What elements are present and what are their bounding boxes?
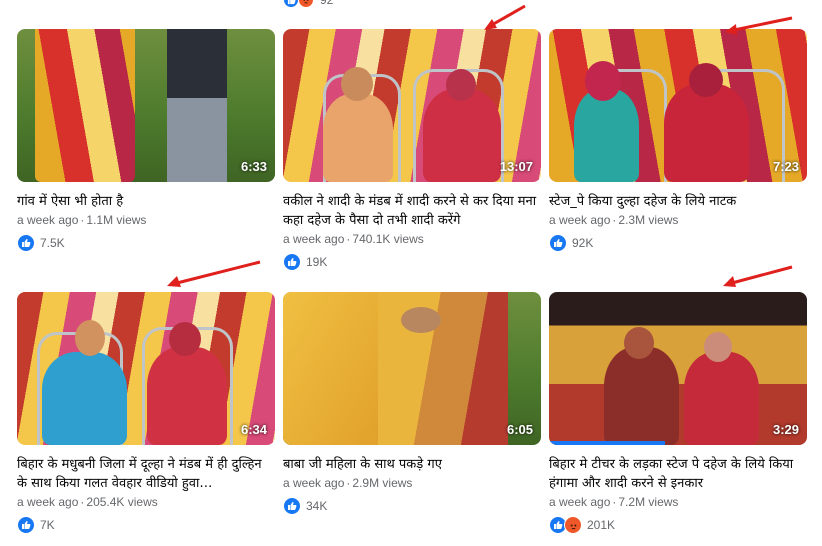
video-card[interactable]: 7:23 स्टेज_पे किया दुल्हा दहेज के लिये न… (549, 29, 807, 253)
reaction-count: 34K (306, 499, 328, 513)
reaction-count: 201K (587, 518, 616, 532)
like-icon (283, 497, 301, 515)
like-icon (549, 234, 567, 252)
reaction-summary[interactable]: 7K (17, 515, 275, 535)
video-thumbnail[interactable]: 6:05 (283, 292, 541, 445)
video-card[interactable]: 6:34 बिहार के मधुबनी जिला में दूल्हा ने … (17, 292, 275, 535)
video-thumbnail[interactable]: 6:33 (17, 29, 275, 182)
annotation-arrow (484, 4, 526, 30)
video-card[interactable]: 13:07 वकील ने शादी के मंडब में शादी करने… (283, 29, 541, 272)
video-title[interactable]: गांव में ऐसा भी होता है (17, 192, 275, 211)
reaction-summary[interactable]: 34K (283, 496, 541, 516)
like-icon (283, 0, 299, 8)
video-title[interactable]: बाबा जी महिला के साथ पकड़े गए (283, 455, 541, 474)
video-meta: a week ago · 1.1M views (17, 213, 147, 227)
thumbnail-image (283, 292, 541, 445)
video-title[interactable]: स्टेज_पे किया दुल्हा दहेज के लिये नाटक (549, 192, 807, 211)
reaction-count: 19K (306, 255, 328, 269)
annotation-arrow (167, 260, 261, 287)
annotation-arrow (723, 265, 793, 287)
reaction-count: 92K (572, 236, 594, 250)
video-duration: 3:29 (772, 422, 799, 437)
reaction-count: 92 (320, 0, 334, 7)
video-thumbnail[interactable]: 6:34 (17, 292, 275, 445)
like-icon (17, 516, 35, 534)
video-thumbnail[interactable]: 13:07 (283, 29, 541, 182)
reaction-summary[interactable]: 19K (283, 252, 541, 272)
video-meta: a week ago · 740.1K views (283, 232, 424, 246)
thumbnail-image (549, 29, 807, 182)
thumbnail-image (17, 29, 275, 182)
video-duration: 6:34 (240, 422, 267, 437)
video-meta: a week ago · 2.3M views (549, 213, 679, 227)
video-title[interactable]: वकील ने शादी के मंडब में शादी करने से कर… (283, 192, 541, 230)
video-thumbnail[interactable]: 7:23 (549, 29, 807, 182)
video-title[interactable]: बिहार के मधुबनी जिला में दूल्हा ने मंडब … (17, 455, 275, 493)
previous-row-reactions: 92 (283, 0, 333, 8)
reaction-count: 7.5K (40, 236, 65, 250)
thumbnail-image (549, 292, 807, 445)
video-card[interactable]: 6:05 बाबा जी महिला के साथ पकड़े गए a wee… (283, 292, 541, 516)
video-card[interactable]: 3:29 बिहार मे टीचर के लड़का स्टेज पे दहे… (549, 292, 807, 535)
video-meta: a week ago · 2.9M views (283, 476, 413, 490)
reaction-count: 7K (40, 518, 55, 532)
reaction-summary[interactable]: 201K (549, 515, 807, 535)
video-duration: 6:33 (240, 159, 267, 174)
video-card[interactable]: 6:33 गांव में ऐसा भी होता है a week ago ·… (17, 29, 275, 253)
like-icon (17, 234, 35, 252)
reaction-summary[interactable]: 92K (549, 233, 807, 253)
video-duration: 13:07 (499, 159, 533, 174)
video-duration: 7:23 (772, 159, 799, 174)
video-title[interactable]: बिहार मे टीचर के लड़का स्टेज पे दहेज के … (549, 455, 807, 493)
video-meta: a week ago · 7.2M views (549, 495, 679, 509)
video-thumbnail[interactable]: 3:29 (549, 292, 807, 445)
video-duration: 6:05 (506, 422, 533, 437)
angry-icon (298, 0, 314, 8)
like-icon (283, 253, 301, 271)
video-meta: a week ago · 205.4K views (17, 495, 158, 509)
watch-progress-bar (549, 441, 666, 445)
angry-icon (564, 516, 582, 534)
thumbnail-image (17, 292, 275, 445)
reaction-summary[interactable]: 7.5K (17, 233, 275, 253)
